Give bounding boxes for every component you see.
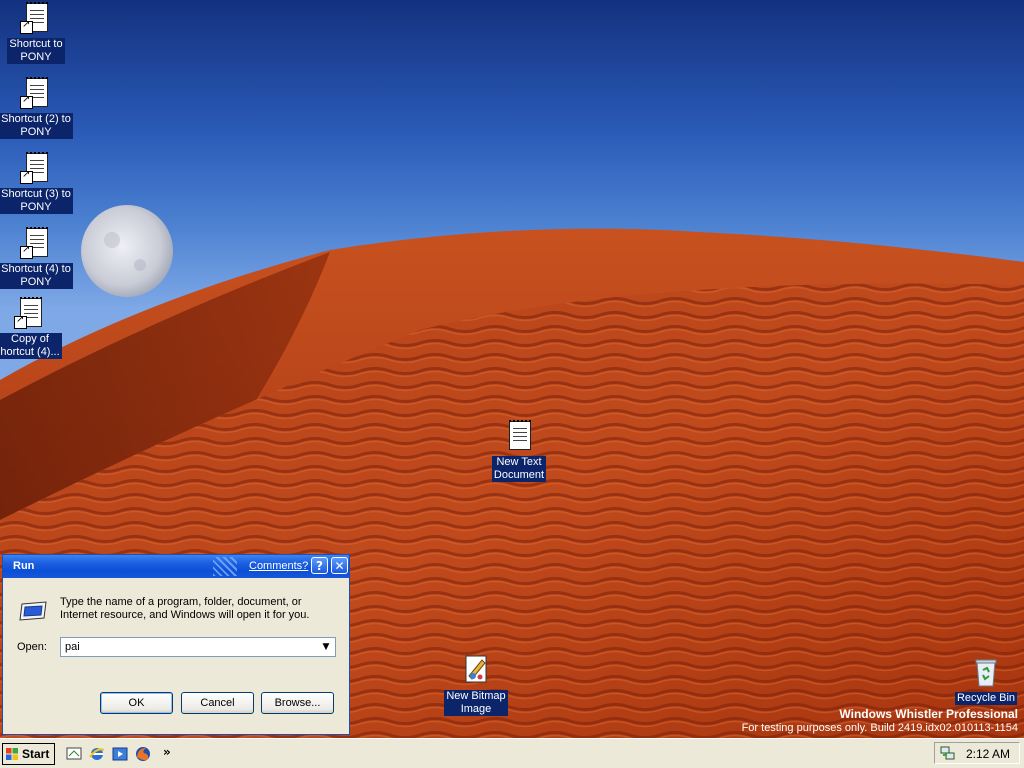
bitmap-image-icon xyxy=(460,654,492,686)
recycle-bin-icon xyxy=(970,656,1002,688)
desktop-icon-label: Copy of hortcut (4)... xyxy=(0,333,62,359)
desktop-icon-shortcut-to-pony[interactable]: Shortcut toPONY xyxy=(0,2,74,64)
desktop-icon-label: Shortcut (3) to PONY xyxy=(0,188,73,214)
desktop-icon-recycle-bin[interactable]: Recycle Bin xyxy=(948,656,1024,705)
text-document-icon xyxy=(503,420,535,452)
moon xyxy=(81,205,173,297)
run-dialog: Run Comments? ? ✕ Type the name of a pro… xyxy=(2,554,350,735)
firefox-icon[interactable] xyxy=(134,745,152,763)
desktop-icon-label: New Bitmap Image xyxy=(444,690,508,716)
show-desktop-icon[interactable] xyxy=(65,745,83,763)
desktop-icon-copy-of-shortcut-4[interactable]: Copy ofhortcut (4)... xyxy=(0,297,68,359)
desktop-icon-label: Shortcut (2) to PONY xyxy=(0,113,73,139)
run-dialog-titlebar[interactable]: Run Comments? ? ✕ xyxy=(3,555,349,578)
run-prompt-text: Type the name of a program, folder, docu… xyxy=(60,596,310,621)
start-button[interactable]: Start xyxy=(2,743,55,765)
desktop-icon-shortcut-4-to-pony[interactable]: Shortcut (4) toPONY xyxy=(0,227,74,289)
open-combobox[interactable]: ▼ xyxy=(60,637,336,657)
comments-link[interactable]: Comments? xyxy=(249,560,308,572)
clock[interactable]: 2:12 AM xyxy=(966,747,1010,761)
notepad-shortcut-icon xyxy=(20,77,52,109)
desktop-icon-new-bitmap-image[interactable]: New Bitmap Image xyxy=(438,654,514,716)
desktop-icon-label: Shortcut (4) to PONY xyxy=(0,263,73,289)
desktop-icon-shortcut-2-to-pony[interactable]: Shortcut (2) toPONY xyxy=(0,77,74,139)
run-program-icon xyxy=(18,598,50,622)
browse-button[interactable]: Browse... xyxy=(261,692,334,714)
os-build-watermark-title: Windows Whistler Professional xyxy=(839,707,1018,721)
desktop-icon-label: Shortcut to PONY xyxy=(7,38,65,64)
notepad-shortcut-icon xyxy=(14,297,46,329)
windows-flag-icon xyxy=(6,748,18,760)
chevron-down-icon[interactable]: ▼ xyxy=(318,639,334,655)
help-button[interactable]: ? xyxy=(311,557,328,574)
close-button[interactable]: ✕ xyxy=(331,557,348,574)
notepad-shortcut-icon xyxy=(20,2,52,34)
open-input[interactable] xyxy=(63,639,317,655)
desktop-icon-shortcut-3-to-pony[interactable]: Shortcut (3) toPONY xyxy=(0,152,74,214)
system-tray: 2:12 AM xyxy=(934,742,1020,764)
notepad-shortcut-icon xyxy=(20,227,52,259)
desktop-icon-new-text-document[interactable]: New Text Document xyxy=(481,420,557,482)
media-player-icon[interactable] xyxy=(111,745,129,763)
start-label: Start xyxy=(22,747,50,761)
run-dialog-title: Run xyxy=(13,560,35,572)
open-label: Open: xyxy=(17,641,47,653)
titlebar-decoration xyxy=(213,557,237,576)
quicklaunch-overflow-button[interactable]: » xyxy=(163,745,171,759)
notepad-shortcut-icon xyxy=(20,152,52,184)
internet-explorer-icon[interactable] xyxy=(88,745,106,763)
network-icon[interactable] xyxy=(940,745,956,761)
taskbar: Start » 2:12 AM xyxy=(0,738,1024,768)
ok-button[interactable]: OK xyxy=(100,692,173,714)
desktop-icon-label: Recycle Bin xyxy=(954,692,1018,705)
cancel-button[interactable]: Cancel xyxy=(181,692,254,714)
desktop-icon-label: New Text Document xyxy=(491,456,547,482)
os-build-watermark-build: For testing purposes only. Build 2419.id… xyxy=(741,722,1018,734)
